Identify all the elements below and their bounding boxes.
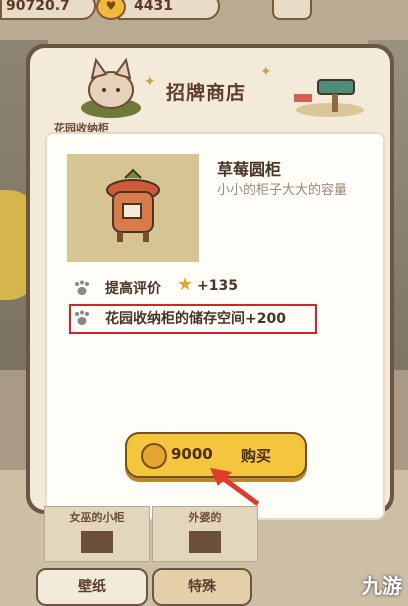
item-card: 草莓圆柜 小小的柜子大大的容量 提高评价 ★ +135 花园收纳柜的储存空间+2… xyxy=(45,132,385,520)
bottom-item-list: 女巫的小柜 外婆的 xyxy=(44,506,366,562)
strawberry-cabinet-icon xyxy=(106,168,160,242)
gold-amount: 4431 xyxy=(134,0,173,14)
cat-icon xyxy=(81,57,141,118)
dialog-title: 招牌商店 xyxy=(166,82,247,104)
star-icon: ★ xyxy=(177,274,194,295)
item-card-grandma[interactable]: 外婆的 xyxy=(152,506,258,562)
card-label: 女巫的小柜 xyxy=(69,511,125,524)
sparkle-icon: ✦ xyxy=(260,64,272,80)
highlight-box xyxy=(69,304,317,334)
tab-wallpaper[interactable]: 壁纸 xyxy=(36,568,148,606)
card-label: 外婆的 xyxy=(188,511,222,524)
buy-label: 购买 xyxy=(241,447,272,465)
coin-counter: 90720.7 xyxy=(0,0,96,20)
sparkle-icon: ✦ xyxy=(144,74,156,90)
currency-bar: 90720.7 4431 ♥ xyxy=(0,0,408,20)
cabinet-icon xyxy=(81,531,113,553)
item-card-witch[interactable]: 女巫的小柜 xyxy=(44,506,150,562)
gold-counter: 4431 xyxy=(118,0,220,20)
attribute-rating-label: 提高评价 xyxy=(105,281,161,297)
coin-amount: 90720.7 xyxy=(6,0,70,14)
item-description: 小小的柜子大大的容量 xyxy=(217,183,348,198)
paint-tools-icon xyxy=(294,79,364,117)
buy-price: 9000 xyxy=(171,445,213,463)
cabinet-icon xyxy=(189,531,221,553)
paw-icon xyxy=(75,280,89,295)
watermark: 九游 xyxy=(362,574,402,598)
dialog-panel: 招牌商店 ✦ ✦ 花园收纳柜 草莓圆柜 小小的柜子大大的容量 提高评价 ★ +1… xyxy=(30,48,390,520)
shop-dialog: 招牌商店 ✦ ✦ 花园收纳柜 草莓圆柜 小小的柜子大大的容量 提高评价 ★ +1… xyxy=(26,44,394,520)
item-name: 草莓圆柜 xyxy=(217,160,282,179)
item-image xyxy=(67,154,199,262)
red-arrow-icon xyxy=(210,468,260,507)
tab-special[interactable]: 特殊 xyxy=(152,568,252,606)
coin-icon xyxy=(141,443,167,469)
attribute-rating-value: +135 xyxy=(197,278,238,294)
menu-tab[interactable] xyxy=(272,0,312,20)
